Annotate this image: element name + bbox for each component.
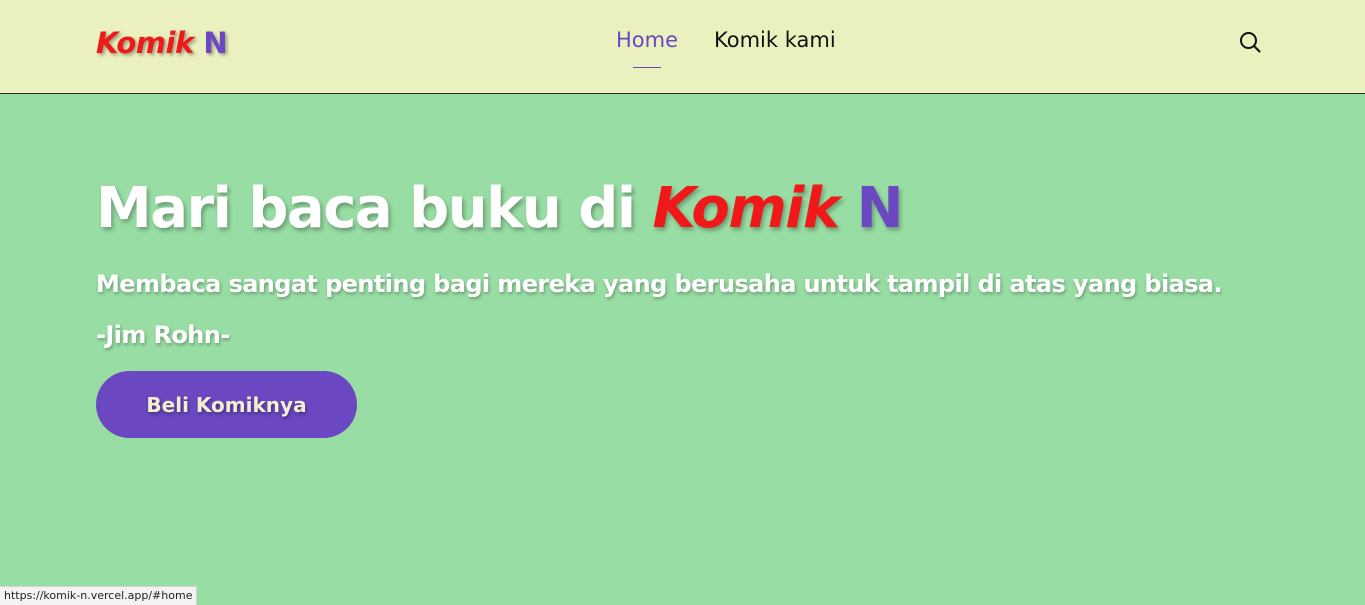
nav-link-home[interactable]: Home: [616, 28, 678, 68]
hero-title: Mari baca buku di Komik N: [96, 176, 904, 241]
nav-link-komik-kami[interactable]: Komik kami: [714, 28, 836, 68]
status-bar-url: https://komik-n.vercel.app/#home: [0, 586, 198, 605]
nav-links: Home Komik kami: [616, 28, 836, 68]
site-logo[interactable]: Komik N: [96, 26, 228, 60]
hero-title-brand-n: N: [856, 176, 904, 241]
hero-quote-author: -Jim Rohn-: [96, 321, 230, 349]
hero-quote: Membaca sangat penting bagi mereka yang …: [96, 270, 1223, 298]
search-icon: [1240, 32, 1261, 53]
buy-comics-button[interactable]: Beli Komiknya: [96, 371, 357, 438]
navbar: Komik N Home Komik kami: [0, 0, 1365, 94]
hero-section: Mari baca buku di Komik N Membaca sangat…: [0, 94, 1365, 605]
logo-text-komik: Komik: [96, 26, 194, 60]
logo-text-n: N: [203, 26, 228, 60]
search-button[interactable]: [1238, 30, 1262, 54]
hero-title-brand-komik: Komik: [652, 176, 841, 241]
hero-title-prefix: Mari baca buku di: [96, 176, 653, 241]
